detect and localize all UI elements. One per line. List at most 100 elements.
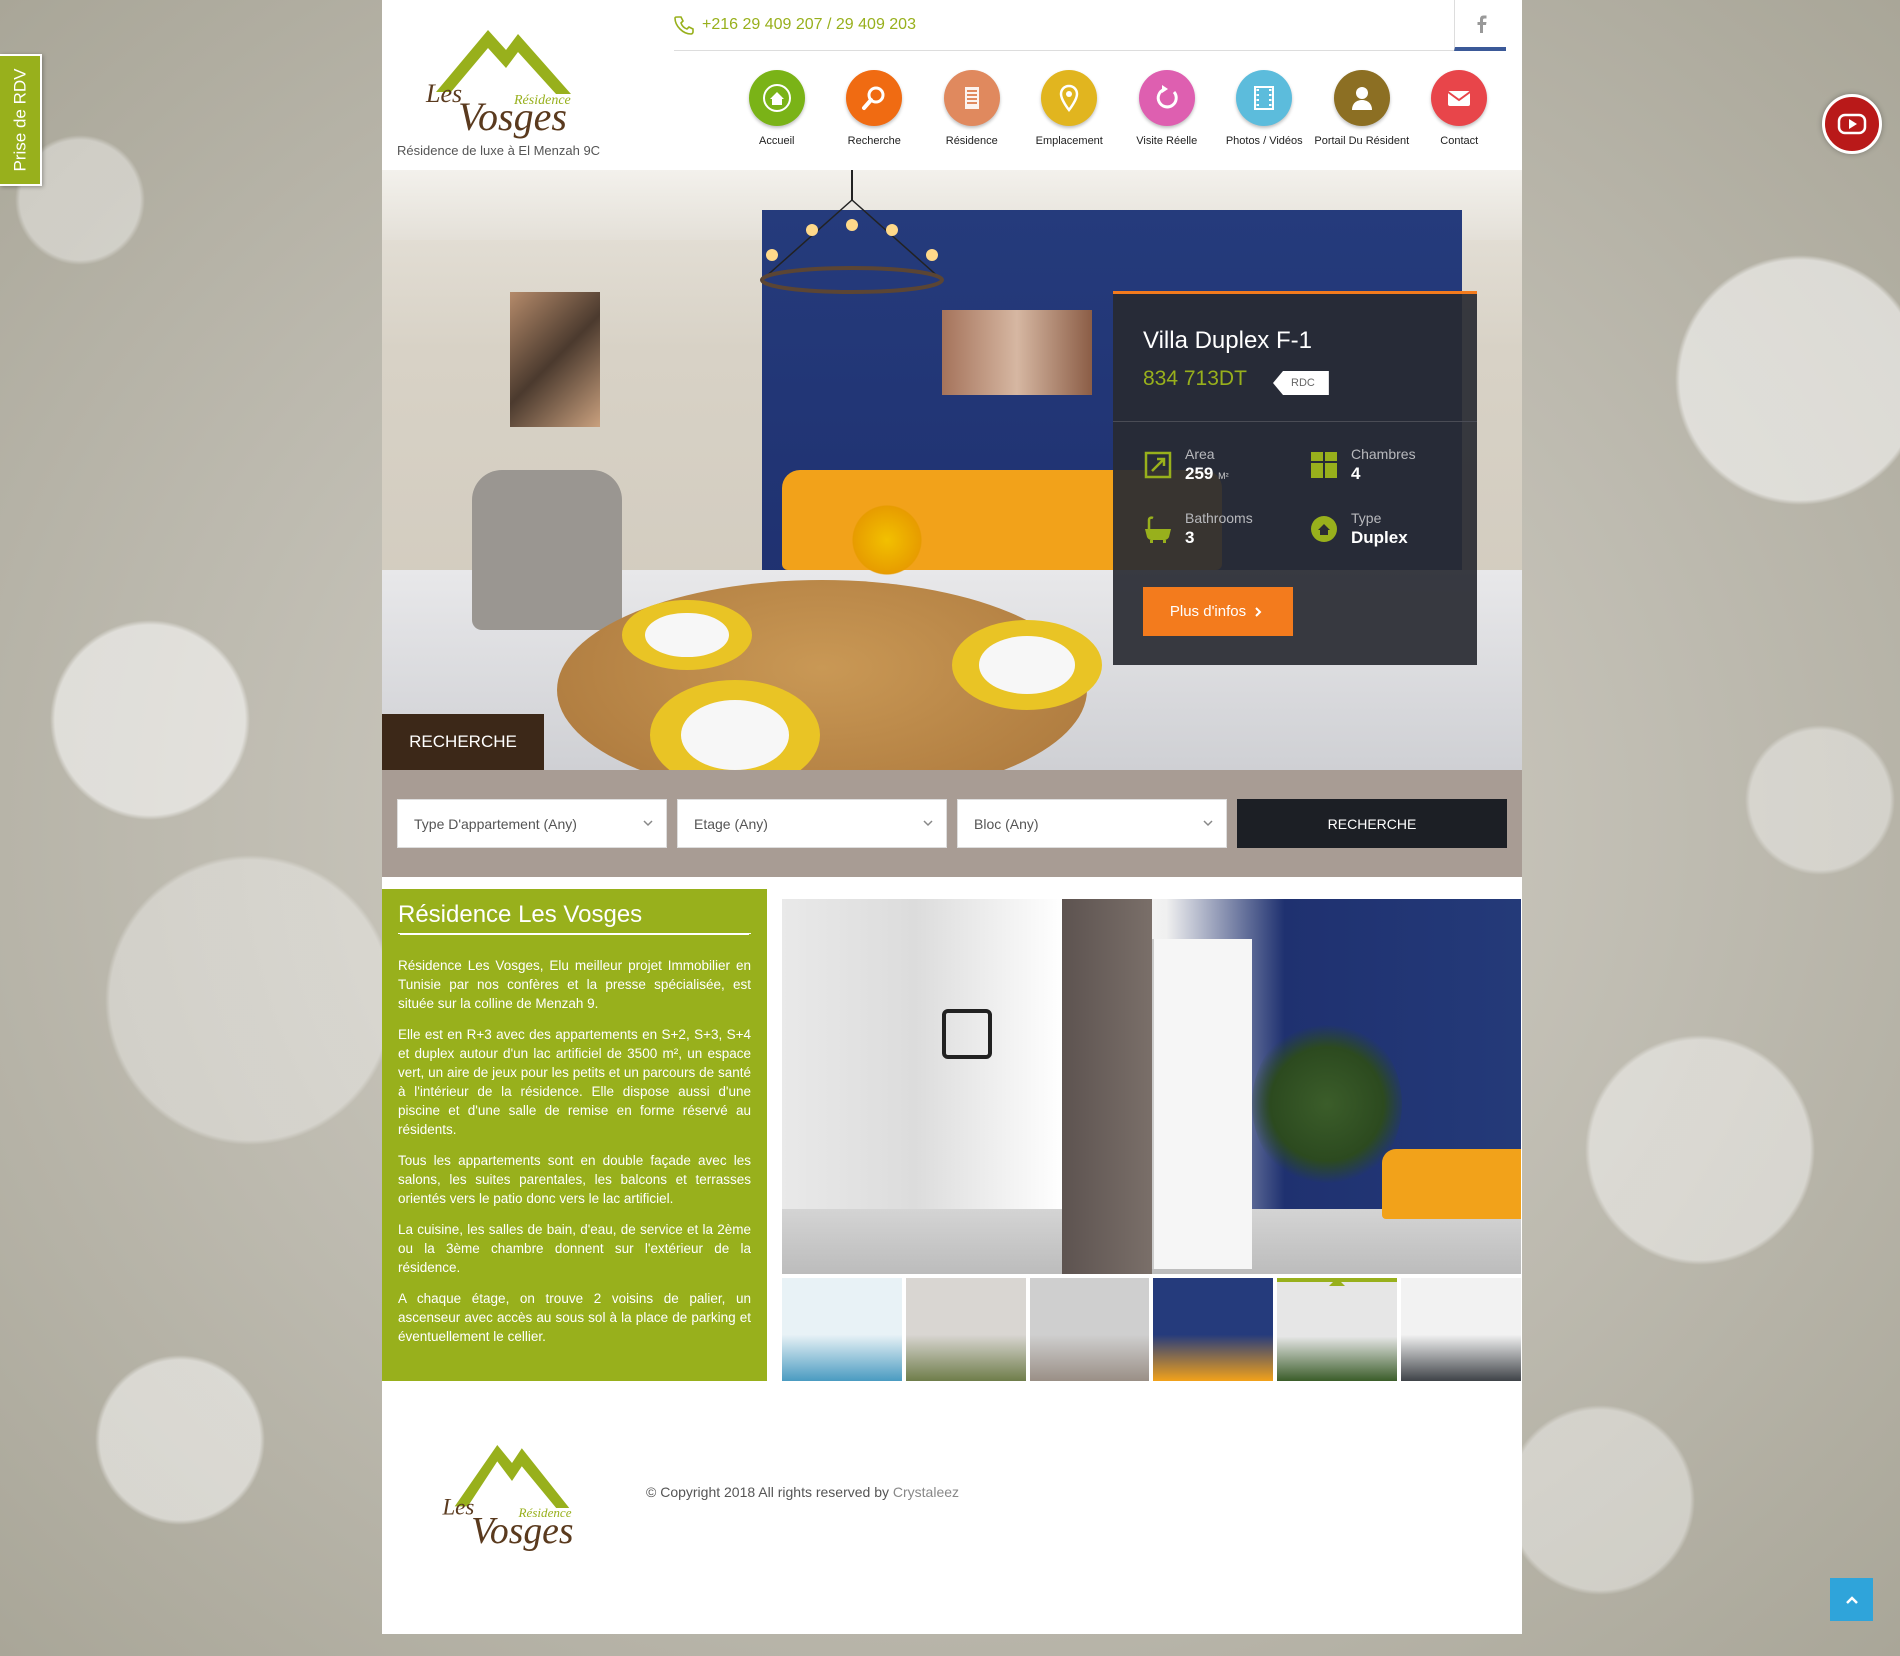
property-price: 834 713DT [1143,367,1247,390]
copyright-brand-link[interactable]: Crystaleez [893,1484,959,1500]
about-title: Résidence Les Vosges [398,901,751,934]
nav-item-accueil[interactable]: Accueil [728,70,826,160]
property-area: Area 259 M² [1143,446,1229,484]
location-pin-icon [1041,70,1098,126]
nav-item-visite-reelle[interactable]: Visite Réelle [1118,70,1216,160]
bathrooms-value: 3 [1185,528,1195,547]
nav-label: Recherche [847,135,901,147]
search-tab[interactable]: RECHERCHE [382,714,544,770]
area-label: Area [1185,446,1215,462]
rooms-value: 4 [1351,464,1361,483]
nav-item-portail-resident[interactable]: Portail Du Résident [1313,70,1411,160]
home-icon [748,70,805,126]
property-card: Villa Duplex F-1 834 713DT RDC Area 259 … [1113,291,1477,665]
copyright-text: © Copyright 2018 All rights reserved by … [646,1484,959,1500]
about-paragraph: Résidence Les Vosges, Elu meilleur proje… [398,958,751,1011]
nav-item-recherche[interactable]: Recherche [826,70,924,160]
site-logo[interactable]: Les Vosges Résidence [396,12,616,162]
about-paragraph: La cuisine, les salles de bain, d'eau, d… [398,1222,751,1275]
chevron-down-icon [923,820,933,827]
chevron-down-icon [1203,820,1213,827]
property-floor-tag: RDC [1273,371,1329,395]
site-header: Les Vosges Résidence Résidence de luxe à… [382,0,1522,170]
property-title[interactable]: Villa Duplex F-1 [1143,327,1312,355]
nav-item-emplacement[interactable]: Emplacement [1021,70,1119,160]
youtube-icon [1837,113,1867,135]
block-value: Bloc (Any) [974,815,1039,832]
gallery-thumbnail-pool[interactable] [782,1278,902,1381]
scroll-to-top-button[interactable] [1830,1578,1873,1621]
more-info-button[interactable]: Plus d'infos [1143,587,1293,636]
about-paragraph: A chaque étage, on trouve 2 voisins de p… [398,1291,751,1344]
nav-label: Emplacement [1035,135,1103,147]
hero-image-painting [510,292,600,427]
property-rooms: Chambres 4 [1309,446,1416,484]
hero-image-painting [942,310,1092,395]
facebook-link[interactable] [1454,0,1506,51]
logo-icon: Les Vosges Résidence [441,1445,574,1552]
area-unit: M² [1218,471,1229,481]
svg-text:Les: Les [441,1495,474,1520]
facebook-icon [1477,15,1486,33]
main-nav: Accueil Recherche Résidence Emplacement [728,70,1508,160]
appointment-tab-label: Prise de RDV [10,68,30,172]
phone-icon [674,16,694,35]
gallery-image-decor [942,1009,992,1059]
chandelier-icon [760,170,944,294]
about-paragraph: Elle est en R+3 avec des appartements en… [398,1027,751,1137]
gallery-thumbnail-hallway[interactable] [1277,1278,1398,1381]
youtube-button[interactable] [1822,94,1882,154]
property-type: Type Duplex [1309,510,1408,548]
gallery-thumbnail-courtyard[interactable] [1029,1278,1150,1381]
gallery-image-door [1062,899,1152,1274]
rooms-icon [1311,452,1337,478]
type-label: Type [1351,510,1382,526]
block-select[interactable]: Bloc (Any) [957,799,1227,848]
area-value: 259 [1185,464,1214,483]
gallery-thumbnail-kitchen[interactable] [1401,1278,1521,1381]
gallery-thumbnail-living-room[interactable] [1153,1278,1274,1381]
apartment-type-select[interactable]: Type D'appartement (Any) [397,799,667,848]
user-icon [1333,70,1390,126]
apartment-type-value: Type D'appartement (Any) [414,815,577,832]
nav-item-contact[interactable]: Contact [1411,70,1509,160]
nav-label: Portail Du Résident [1314,135,1410,147]
refresh-icon [1138,70,1195,126]
chevron-up-icon [1845,1595,1858,1604]
search-bar: Type D'appartement (Any) Etage (Any) Blo… [382,770,1522,877]
hero-image-plate [952,620,1102,710]
gallery-thumbnail-stairs[interactable] [905,1278,1026,1381]
nav-label: Contact [1440,135,1479,147]
about-section: Résidence Les Vosges Résidence Les Vosge… [382,889,767,1381]
phone-number[interactable]: +216 29 409 207 / 29 409 203 [702,16,916,34]
hero-image-plate [622,600,752,670]
mail-icon [1431,70,1488,126]
more-info-label: Plus d'infos [1169,603,1247,620]
footer-logo[interactable]: Les Vosges Résidence [422,1415,602,1565]
chevron-down-icon [643,820,653,827]
house-icon [1311,516,1337,542]
property-bathrooms: Bathrooms 3 [1143,510,1253,548]
hero-image-flowers [847,500,927,580]
copyright-label: © Copyright 2018 All rights reserved by [646,1484,889,1500]
nav-item-residence[interactable]: Résidence [923,70,1021,160]
nav-label: Visite Réelle [1136,135,1198,147]
svg-text:Résidence: Résidence [518,1505,572,1520]
search-button[interactable]: RECHERCHE [1237,799,1507,848]
floor-select[interactable]: Etage (Any) [677,799,947,848]
hero-image-armchair [472,470,622,630]
type-value: Duplex [1351,528,1408,547]
bathtub-icon [1145,516,1171,543]
floor-value: Etage (Any) [694,815,768,832]
nav-item-photos-videos[interactable]: Photos / Vidéos [1216,70,1314,160]
gallery-image-sofa [1382,1149,1521,1219]
nav-label: Résidence [945,135,998,147]
appointment-tab[interactable]: Prise de RDV [0,54,42,186]
gallery-main-image[interactable] [782,899,1521,1274]
area-icon [1144,451,1172,479]
card-divider [1113,421,1477,422]
svg-text:Les: Les [425,79,462,108]
nav-label: Photos / Vidéos [1225,135,1303,147]
rooms-label: Chambres [1351,446,1416,462]
site-tagline: Résidence de luxe à El Menzah 9C [397,143,601,158]
